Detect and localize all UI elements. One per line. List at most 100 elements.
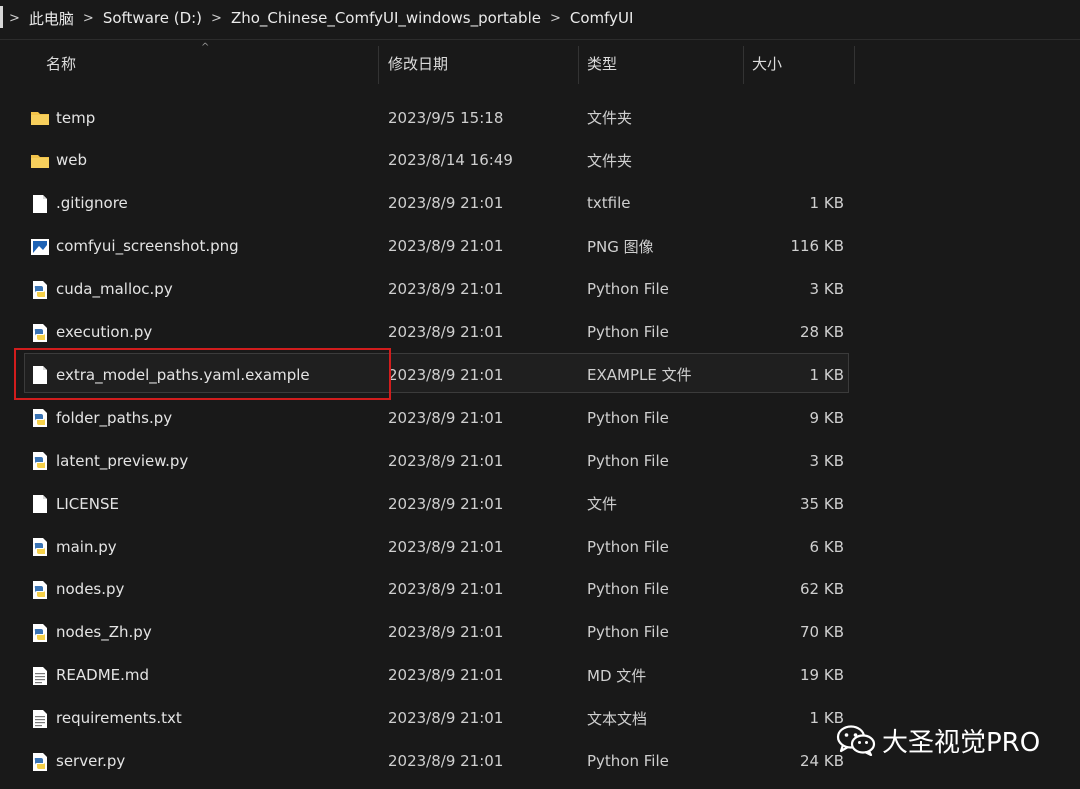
file-type: 文件 bbox=[587, 495, 618, 514]
file-name: cuda_malloc.py bbox=[56, 280, 173, 299]
file-modified-date: 2023/8/9 21:01 bbox=[388, 623, 504, 642]
folder-icon bbox=[30, 151, 50, 171]
file-size: 35 KB bbox=[800, 494, 844, 513]
file-type: PNG 图像 bbox=[587, 237, 654, 256]
file-name: LICENSE bbox=[56, 494, 119, 513]
text-file-icon bbox=[30, 709, 50, 729]
file-modified-date: 2023/8/9 21:01 bbox=[388, 537, 504, 556]
file-size: 24 KB bbox=[800, 752, 844, 770]
file-row[interactable]: requirements.txt 2023/8/9 21:01 文本文档 1 KB bbox=[0, 697, 860, 740]
file-icon bbox=[30, 194, 50, 214]
file-size: 9 KB bbox=[809, 408, 844, 427]
file-type: 文件夹 bbox=[587, 109, 633, 127]
file-name: comfyui_screenshot.png bbox=[56, 237, 239, 256]
file-size: 70 KB bbox=[800, 623, 844, 642]
file-modified-date: 2023/8/9 21:01 bbox=[388, 280, 504, 299]
file-size: 116 KB bbox=[790, 237, 844, 256]
file-type: MD 文件 bbox=[587, 666, 647, 685]
column-header-date[interactable]: 修改日期 bbox=[388, 42, 448, 84]
file-row[interactable]: temp 2023/9/5 15:18 文件夹 bbox=[0, 96, 860, 139]
address-breadcrumb: > 此电脑 > Software (D:) > Zho_Chinese_Comf… bbox=[0, 0, 1080, 36]
file-modified-date: 2023/8/9 21:01 bbox=[388, 408, 504, 427]
file-row[interactable]: cuda_malloc.py 2023/8/9 21:01 Python File 3… bbox=[0, 268, 860, 311]
file-row[interactable]: latent_preview.py 2023/8/9 21:01 Python Fi… bbox=[0, 439, 860, 482]
chevron-right-icon[interactable]: > bbox=[83, 11, 94, 26]
file-name: .gitignore bbox=[56, 194, 128, 213]
file-type: Python File bbox=[587, 752, 669, 770]
file-type: Python File bbox=[587, 623, 669, 642]
sort-ascending-icon: ^ bbox=[201, 42, 210, 53]
column-divider[interactable] bbox=[743, 46, 744, 84]
folder-icon bbox=[30, 108, 50, 128]
column-header-size[interactable]: 大小 bbox=[752, 42, 782, 84]
breadcrumb-item-portable[interactable]: Zho_Chinese_ComfyUI_windows_portable bbox=[231, 9, 541, 27]
chevron-right-icon[interactable]: > bbox=[550, 11, 561, 26]
file-size: 1 KB bbox=[809, 365, 844, 384]
breadcrumb-item-comfyui[interactable]: ComfyUI bbox=[570, 9, 634, 27]
file-size bbox=[744, 96, 844, 139]
wechat-icon bbox=[836, 725, 876, 756]
file-name: temp bbox=[56, 108, 96, 127]
python-file-icon bbox=[30, 537, 50, 557]
file-type: EXAMPLE 文件 bbox=[587, 366, 692, 385]
file-name: latent_preview.py bbox=[56, 451, 189, 470]
file-row[interactable]: nodes_Zh.py 2023/8/9 21:01 Python File 70 K… bbox=[0, 611, 860, 654]
annotation-highlight-box bbox=[14, 348, 391, 400]
file-size: 6 KB bbox=[809, 537, 844, 556]
file-modified-date: 2023/8/9 21:01 bbox=[388, 494, 504, 513]
column-divider[interactable] bbox=[854, 46, 855, 84]
chevron-right-icon[interactable]: > bbox=[211, 11, 222, 26]
python-file-icon bbox=[30, 323, 50, 343]
file-type: Python File bbox=[587, 451, 669, 470]
column-header-row: ^ 名称 修改日期 类型 大小 bbox=[0, 42, 1080, 84]
file-type: 文本文档 bbox=[587, 709, 648, 728]
file-modified-date: 2023/8/9 21:01 bbox=[388, 709, 504, 728]
file-row[interactable]: .gitignore 2023/8/9 21:01 txtfile 1 KB bbox=[0, 182, 860, 225]
file-name: folder_paths.py bbox=[56, 408, 173, 427]
python-file-icon bbox=[30, 580, 50, 600]
image-icon bbox=[30, 237, 50, 257]
file-modified-date: 2023/8/9 21:01 bbox=[388, 666, 504, 685]
file-icon bbox=[30, 494, 50, 514]
file-size: 3 KB bbox=[809, 280, 844, 299]
python-file-icon bbox=[30, 408, 50, 428]
file-modified-date: 2023/8/9 21:01 bbox=[388, 451, 504, 470]
file-name: nodes_Zh.py bbox=[56, 623, 152, 642]
column-divider[interactable] bbox=[578, 46, 579, 84]
address-bar-edge bbox=[0, 6, 3, 28]
watermark-text: 大圣视觉PRO bbox=[882, 727, 1041, 758]
file-row[interactable]: nodes.py 2023/8/9 21:01 Python File 62 KB bbox=[0, 568, 860, 611]
breadcrumb-item-this-pc[interactable]: 此电脑 bbox=[29, 8, 74, 29]
chevron-right-icon[interactable]: > bbox=[9, 11, 20, 26]
file-row[interactable]: folder_paths.py 2023/8/9 21:01 Python File… bbox=[0, 396, 860, 439]
file-type: 文件夹 bbox=[587, 151, 633, 170]
column-header-name[interactable]: 名称 bbox=[46, 42, 76, 84]
file-modified-date: 2023/9/5 15:18 bbox=[388, 108, 504, 127]
file-modified-date: 2023/8/9 21:01 bbox=[388, 365, 504, 384]
file-name: README.md bbox=[56, 666, 150, 685]
file-modified-date: 2023/8/9 21:01 bbox=[388, 752, 504, 770]
file-row[interactable]: README.md 2023/8/9 21:01 MD 文件 19 KB bbox=[0, 654, 860, 697]
file-type: Python File bbox=[587, 323, 669, 341]
file-row[interactable]: main.py 2023/8/9 21:01 Python File 6 KB bbox=[0, 525, 860, 568]
file-size: 1 KB bbox=[809, 194, 844, 213]
file-name: server.py bbox=[56, 752, 126, 770]
file-row[interactable]: LICENSE 2023/8/9 21:01 文件 35 KB bbox=[0, 482, 860, 525]
file-size: 62 KB bbox=[800, 580, 844, 599]
file-name: requirements.txt bbox=[56, 709, 182, 728]
breadcrumb-item-drive[interactable]: Software (D:) bbox=[103, 9, 202, 27]
file-row[interactable]: web 2023/8/14 16:49 文件夹 bbox=[0, 139, 860, 182]
file-size: 19 KB bbox=[800, 666, 844, 685]
file-row[interactable]: server.py 2023/8/9 21:01 Python File 24 KB bbox=[0, 740, 860, 783]
address-bar-divider bbox=[0, 39, 1080, 40]
python-file-icon bbox=[30, 280, 50, 300]
python-file-icon bbox=[30, 752, 50, 772]
file-size: 28 KB bbox=[800, 323, 844, 341]
column-divider[interactable] bbox=[378, 46, 379, 84]
column-header-type[interactable]: 类型 bbox=[587, 42, 617, 84]
file-modified-date: 2023/8/9 21:01 bbox=[388, 580, 504, 599]
file-type: Python File bbox=[587, 408, 669, 427]
file-name: web bbox=[56, 151, 88, 170]
file-size: 1 KB bbox=[809, 709, 844, 728]
file-row[interactable]: comfyui_screenshot.png 2023/8/9 21:01 PNG … bbox=[0, 225, 860, 268]
